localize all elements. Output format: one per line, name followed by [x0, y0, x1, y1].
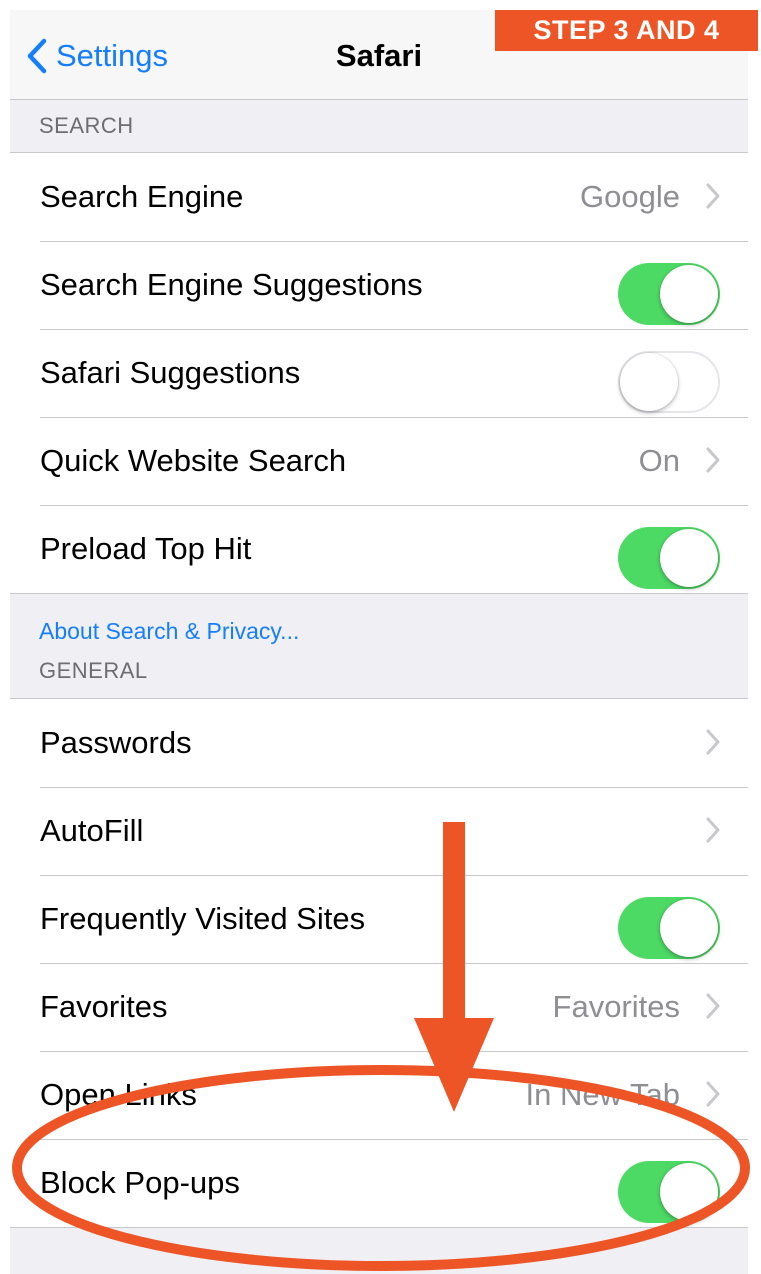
general-settings-group: Passwords AutoFill Frequently Visited Si…	[10, 698, 748, 1228]
search-settings-group: Search Engine Google Search Engine Sugge…	[10, 152, 748, 594]
block-pop-ups-toggle[interactable]	[618, 1161, 720, 1223]
row-value: On	[638, 443, 680, 478]
preload-top-hit-toggle[interactable]	[618, 527, 720, 589]
step-badge: STEP 3 AND 4	[495, 10, 758, 51]
row-label: Favorites	[40, 989, 168, 1024]
row-quick-website-search[interactable]: Quick Website Search On	[10, 417, 748, 505]
chevron-right-icon	[706, 729, 720, 755]
row-search-engine-suggestions: Search Engine Suggestions	[10, 241, 748, 329]
row-frequently-visited-sites: Frequently Visited Sites	[10, 875, 748, 963]
toggle-knob	[660, 899, 718, 957]
row-favorites[interactable]: Favorites Favorites	[10, 963, 748, 1051]
safari-suggestions-toggle[interactable]	[618, 351, 720, 413]
row-safari-suggestions: Safari Suggestions	[10, 329, 748, 417]
row-label: Search Engine	[40, 179, 244, 214]
settings-screen: Settings Safari SEARCH Search Engine Goo…	[10, 10, 748, 1274]
toggle-knob	[620, 353, 678, 411]
row-preload-top-hit: Preload Top Hit	[10, 505, 748, 593]
row-search-engine[interactable]: Search Engine Google	[10, 153, 748, 241]
row-label: Safari Suggestions	[40, 355, 301, 390]
row-value: Google	[580, 179, 680, 214]
search-engine-suggestions-toggle[interactable]	[618, 263, 720, 325]
about-search-privacy-link[interactable]: About Search & Privacy...	[39, 618, 299, 645]
chevron-right-icon	[706, 817, 720, 843]
row-label: Block Pop-ups	[40, 1165, 240, 1200]
frequently-visited-sites-toggle[interactable]	[618, 897, 720, 959]
row-label: Passwords	[40, 725, 192, 760]
row-block-pop-ups: Block Pop-ups	[10, 1139, 748, 1227]
row-passwords[interactable]: Passwords	[10, 699, 748, 787]
row-label: Frequently Visited Sites	[40, 901, 366, 936]
row-label: Search Engine Suggestions	[40, 267, 423, 302]
row-label: Preload Top Hit	[40, 531, 252, 566]
row-value: In New Tab	[525, 1077, 680, 1112]
chevron-right-icon	[706, 183, 720, 209]
row-autofill[interactable]: AutoFill	[10, 787, 748, 875]
row-value: Favorites	[552, 989, 680, 1024]
row-label: AutoFill	[40, 813, 144, 848]
section-header-general: GENERAL	[39, 658, 148, 683]
toggle-knob	[660, 1163, 718, 1221]
row-open-links[interactable]: Open Links In New Tab	[10, 1051, 748, 1139]
row-label: Quick Website Search	[40, 443, 347, 478]
toggle-knob	[660, 529, 718, 587]
toggle-knob	[660, 265, 718, 323]
row-label: Open Links	[40, 1077, 197, 1112]
section-header-search: SEARCH	[39, 113, 134, 138]
chevron-right-icon	[706, 993, 720, 1019]
chevron-right-icon	[706, 447, 720, 473]
chevron-right-icon	[706, 1081, 720, 1107]
